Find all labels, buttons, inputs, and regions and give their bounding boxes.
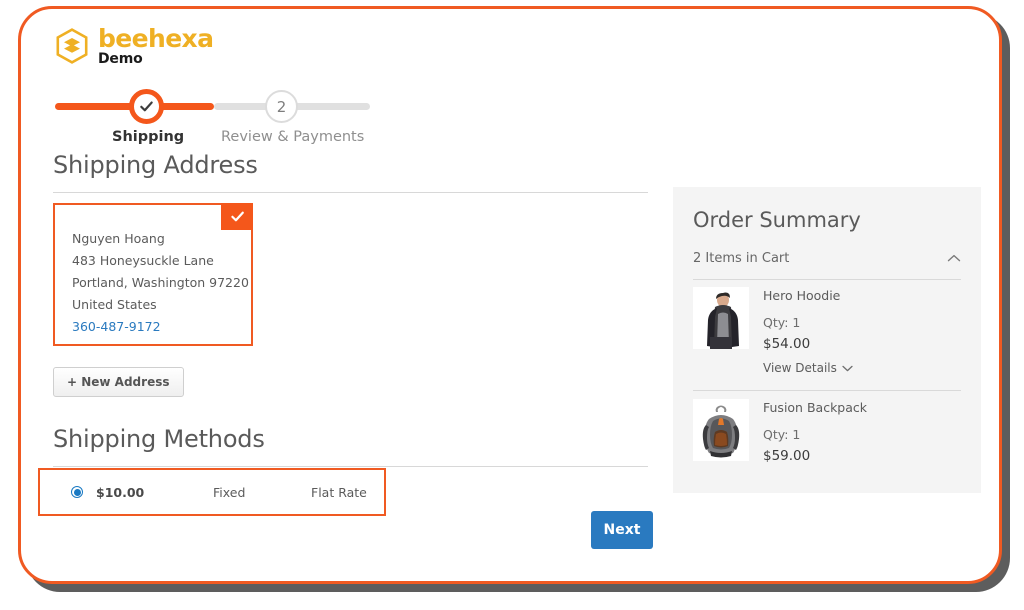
order-summary-item-qty: Qty: 1 (763, 315, 801, 330)
chevron-up-icon (947, 254, 961, 262)
fusion-backpack-thumbnail (693, 399, 749, 461)
shipping-address-heading: Shipping Address (53, 151, 258, 179)
order-summary-item-info: Hero Hoodie Qty: 1 $54.00 View Details (763, 287, 853, 375)
shipping-method-name: Flat Rate (311, 484, 367, 500)
view-details-label: View Details (763, 361, 837, 375)
beehexa-hexagon-icon (56, 28, 88, 65)
order-summary-panel: Order Summary 2 Items in Cart Hero Hoodi… (673, 187, 981, 493)
address-lines: Nguyen Hoang 483 Honeysuckle Lane Portla… (72, 228, 249, 338)
items-in-cart-label: 2 Items in Cart (693, 251, 790, 266)
logo-subtitle: Demo (98, 50, 143, 67)
order-summary-heading: Order Summary (693, 208, 861, 232)
checkout-page: beehexa Demo 2 Shipping Review & Payment… (21, 9, 999, 581)
shipping-methods-heading: Shipping Methods (53, 425, 265, 453)
new-address-button[interactable]: + New Address (53, 367, 184, 397)
site-logo[interactable]: beehexa Demo (55, 24, 214, 67)
shipping-address-divider (53, 192, 648, 193)
logo-brand-name: beehexa (98, 24, 214, 53)
shipping-methods-divider (53, 466, 648, 467)
step-1-shipping-marker[interactable] (129, 89, 164, 124)
step-2-review-marker[interactable]: 2 (265, 90, 298, 123)
step-2-number: 2 (276, 97, 287, 116)
chevron-down-icon (842, 365, 853, 371)
next-button[interactable]: Next (591, 511, 653, 549)
checkout-progress-bar: 2 Shipping Review & Payments (55, 85, 375, 145)
address-selected-badge (221, 203, 253, 230)
address-name: Nguyen Hoang (72, 231, 165, 246)
step-1-label: Shipping (112, 129, 185, 145)
shipping-method-carrier: Fixed (213, 484, 246, 500)
check-icon (230, 211, 244, 222)
check-icon (140, 101, 153, 112)
address-phone-link[interactable]: 360-487-9172 (72, 316, 243, 338)
order-summary-item-price: $59.00 (763, 448, 811, 464)
address-city-state-zip: Portland, Washington 97220 (72, 275, 249, 290)
view-details-toggle[interactable]: View Details (763, 361, 853, 375)
order-summary-item-name: Hero Hoodie (763, 288, 841, 303)
address-country: United States (72, 297, 157, 312)
shipping-method-row[interactable]: $10.00 Fixed Flat Rate (38, 468, 386, 516)
order-summary-item-info: Fusion Backpack Qty: 1 $59.00 (763, 399, 867, 465)
hero-hoodie-thumbnail (693, 287, 749, 349)
address-street: 483 Honeysuckle Lane (72, 253, 214, 268)
items-divider-top (693, 279, 961, 280)
step-2-label: Review & Payments (221, 129, 365, 145)
shipping-address-card[interactable]: Nguyen Hoang 483 Honeysuckle Lane Portla… (53, 203, 253, 346)
order-summary-item-price: $54.00 (763, 336, 811, 352)
shipping-method-radio[interactable] (71, 486, 83, 498)
order-summary-item-qty: Qty: 1 (763, 427, 801, 442)
browser-window-frame: beehexa Demo 2 Shipping Review & Payment… (18, 6, 1002, 584)
order-summary-item-name: Fusion Backpack (763, 400, 868, 415)
items-divider-middle (693, 390, 961, 391)
logo-wordmark: beehexa Demo (98, 24, 214, 67)
items-in-cart-toggle[interactable]: 2 Items in Cart (693, 249, 961, 273)
shipping-method-price: $10.00 (96, 484, 145, 500)
